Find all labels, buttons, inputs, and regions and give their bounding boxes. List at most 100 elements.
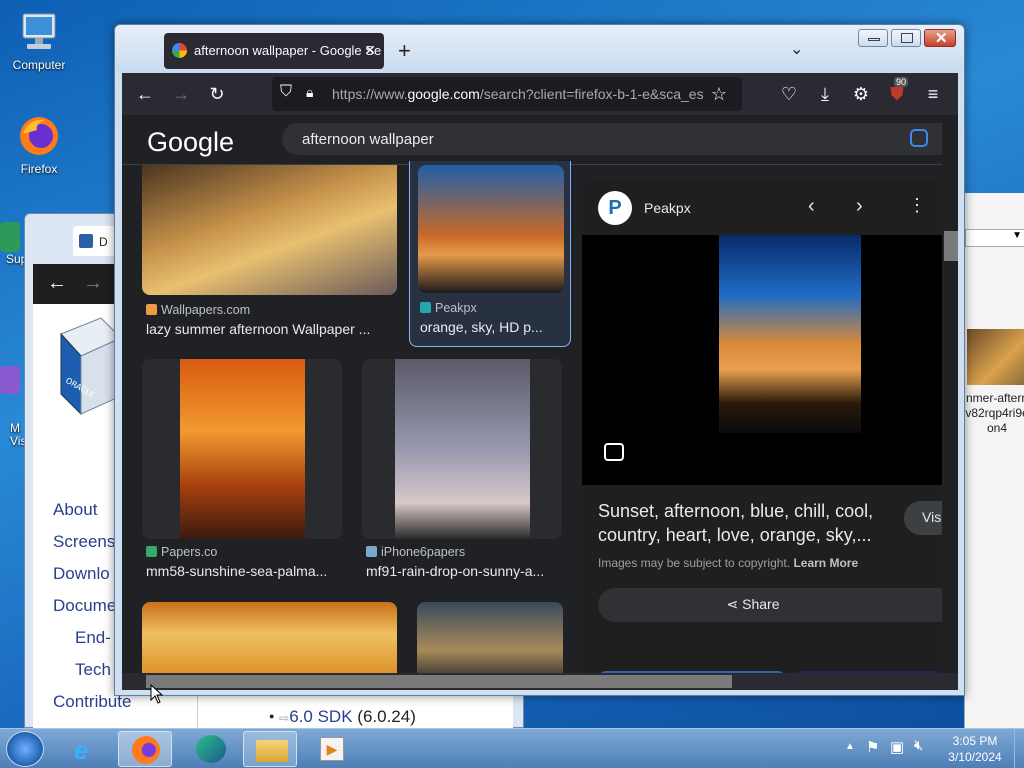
- desktop-icon-visual[interactable]: M Visu: [0, 338, 33, 448]
- more-options-icon[interactable]: ⋮: [908, 195, 926, 216]
- close-tab-icon[interactable]: ✕: [364, 42, 376, 59]
- result-source[interactable]: Peakpx: [420, 301, 477, 315]
- result-source-text: Peakpx: [435, 301, 477, 315]
- nav-link-screenshots[interactable]: Screens: [53, 532, 115, 552]
- scroll-thumb[interactable]: [944, 231, 958, 261]
- result-source[interactable]: Papers.co: [146, 545, 217, 559]
- background-window-right[interactable]: ▼ nmer-aftern v82rqp4ri9e on4: [964, 193, 1024, 728]
- sdk-list-item: ● ⇨6.0 SDK (6.0.24): [269, 707, 416, 726]
- external-link-icon: ⇨: [279, 711, 290, 725]
- dropdown-field[interactable]: ▼: [965, 229, 1024, 247]
- google-lens-icon[interactable]: [910, 129, 928, 147]
- share-icon: ⋖: [726, 596, 739, 612]
- scroll-thumb[interactable]: [146, 675, 732, 688]
- media-player-icon: ▶: [320, 737, 344, 761]
- internet-explorer-icon: e: [74, 735, 89, 765]
- desktop-icon-sup[interactable]: Sup: [0, 222, 27, 282]
- virtualbox-logo-icon: ORACLE: [51, 314, 122, 424]
- result-thumbnail[interactable]: [362, 359, 562, 539]
- folder-icon: [256, 740, 288, 762]
- downloads-icon[interactable]: ⤓: [814, 83, 836, 105]
- nav-link-end-user[interactable]: End-: [75, 628, 111, 648]
- nav-link-downloads[interactable]: Downlo: [53, 564, 110, 584]
- result-source[interactable]: Wallpapers.com: [146, 303, 250, 317]
- bookmark-star-icon[interactable]: ☆: [708, 83, 730, 105]
- search-query: afternoon wallpaper: [302, 131, 434, 148]
- result-thumbnail[interactable]: [142, 359, 342, 539]
- maximize-icon: [901, 33, 913, 43]
- result-thumbnail[interactable]: [417, 602, 563, 682]
- reload-icon[interactable]: ↻: [206, 83, 228, 105]
- forward-arrow-icon[interactable]: →: [83, 272, 103, 295]
- google-logo[interactable]: Google: [147, 127, 234, 158]
- bg-tab-title: D: [99, 235, 108, 249]
- taskbar-app[interactable]: [184, 731, 238, 767]
- firefox-logo-icon: [15, 112, 63, 160]
- search-input[interactable]: afternoon wallpaper: [282, 123, 958, 155]
- image-thumbnail[interactable]: [967, 329, 1024, 385]
- result-title[interactable]: mm58-sunshine-sea-palma...: [146, 563, 346, 579]
- previous-image-icon[interactable]: ‹: [808, 195, 815, 218]
- result-title[interactable]: mf91-rain-drop-on-sunny-a...: [366, 563, 566, 579]
- volume-muted-icon[interactable]: 🔇︎: [914, 737, 923, 754]
- network-icon[interactable]: ▣: [890, 738, 904, 756]
- result-thumbnail[interactable]: [418, 165, 564, 293]
- visit-label: Visi: [922, 509, 945, 525]
- back-arrow-icon[interactable]: ←: [47, 272, 67, 295]
- panel-source[interactable]: Peakpx: [644, 200, 691, 216]
- new-tab-icon[interactable]: +: [398, 38, 411, 64]
- pocket-icon[interactable]: ♡: [778, 83, 800, 105]
- action-center-flag-icon[interactable]: ⚑: [866, 738, 879, 756]
- image-caption: nmer-aftern v82rqp4ri9e on4: [965, 391, 1024, 436]
- forward-arrow-icon[interactable]: →: [170, 83, 192, 105]
- result-title[interactable]: orange, sky, HD p...: [420, 319, 565, 335]
- horizontal-scrollbar[interactable]: [122, 673, 958, 690]
- vertical-scrollbar[interactable]: [942, 115, 958, 675]
- notification-badge: 90: [894, 77, 909, 87]
- result-source[interactable]: iPhone6papers: [366, 545, 465, 559]
- firefox-window[interactable]: ✕ afternoon wallpaper - Google Se ✕ + ⌄ …: [114, 24, 965, 696]
- selected-result-card[interactable]: Peakpx orange, sky, HD p...: [409, 161, 571, 347]
- desktop-icon-firefox[interactable]: Firefox: [4, 112, 74, 176]
- maximize-button[interactable]: [891, 29, 921, 47]
- show-desktop-button[interactable]: [1014, 729, 1024, 768]
- desktop-icon-computer[interactable]: Computer: [4, 8, 74, 72]
- nav-link-documentation[interactable]: Docume: [53, 596, 116, 616]
- preview-image[interactable]: [719, 235, 861, 433]
- list-all-tabs-icon[interactable]: ⌄: [790, 39, 803, 59]
- source-favicon-icon: [146, 304, 157, 315]
- taskbar-internet-explorer[interactable]: e: [60, 731, 114, 767]
- tab-google-search[interactable]: afternoon wallpaper - Google Se ✕: [164, 33, 384, 69]
- clock[interactable]: 3:05 PM 3/10/2024: [940, 733, 1010, 765]
- url-bar[interactable]: ⛉ 🔒︎ https://www.google.com/search?clien…: [272, 77, 742, 111]
- show-hidden-icons[interactable]: ▲: [845, 741, 855, 752]
- start-button[interactable]: [6, 731, 44, 767]
- nav-link-technical[interactable]: Tech: [75, 660, 111, 680]
- sdk-link[interactable]: 6.0 SDK: [289, 707, 352, 726]
- minimize-button[interactable]: [858, 29, 888, 47]
- desktop-icon-label: M Visu: [10, 421, 34, 448]
- panel-title[interactable]: Sunset, afternoon, blue, chill, cool, co…: [598, 499, 883, 547]
- next-image-icon[interactable]: ›: [856, 195, 863, 218]
- back-arrow-icon[interactable]: ←: [134, 83, 156, 105]
- result-source-text: iPhone6papers: [381, 545, 466, 559]
- minimize-icon: [868, 38, 880, 41]
- result-thumbnail[interactable]: [142, 602, 397, 682]
- sunset-sea-image: [180, 359, 305, 539]
- url-domain: google.com: [407, 86, 480, 102]
- lens-search-icon[interactable]: [604, 443, 624, 461]
- extensions-icon[interactable]: ⚙: [850, 83, 872, 105]
- taskbar-firefox[interactable]: [118, 731, 172, 767]
- hamburger-menu-icon[interactable]: ≡: [922, 83, 944, 105]
- learn-more-link[interactable]: Learn More: [793, 556, 858, 570]
- result-thumbnail[interactable]: [142, 165, 397, 295]
- share-label: Share: [742, 596, 780, 612]
- result-title[interactable]: lazy summer afternoon Wallpaper ...: [146, 321, 386, 337]
- nav-link-about[interactable]: About: [53, 500, 97, 520]
- close-window-button[interactable]: ✕: [924, 29, 956, 47]
- share-button[interactable]: ⋖ Share: [598, 588, 958, 622]
- image-preview-panel: P Peakpx ‹ › ⋮ Sunset, afternoon, blue, …: [582, 181, 958, 690]
- taskbar-media-player[interactable]: ▶: [306, 731, 360, 767]
- nav-toolbar: ← → ↻ ⛉ 🔒︎ https://www.google.com/search…: [122, 73, 958, 115]
- taskbar-explorer[interactable]: [243, 731, 297, 767]
